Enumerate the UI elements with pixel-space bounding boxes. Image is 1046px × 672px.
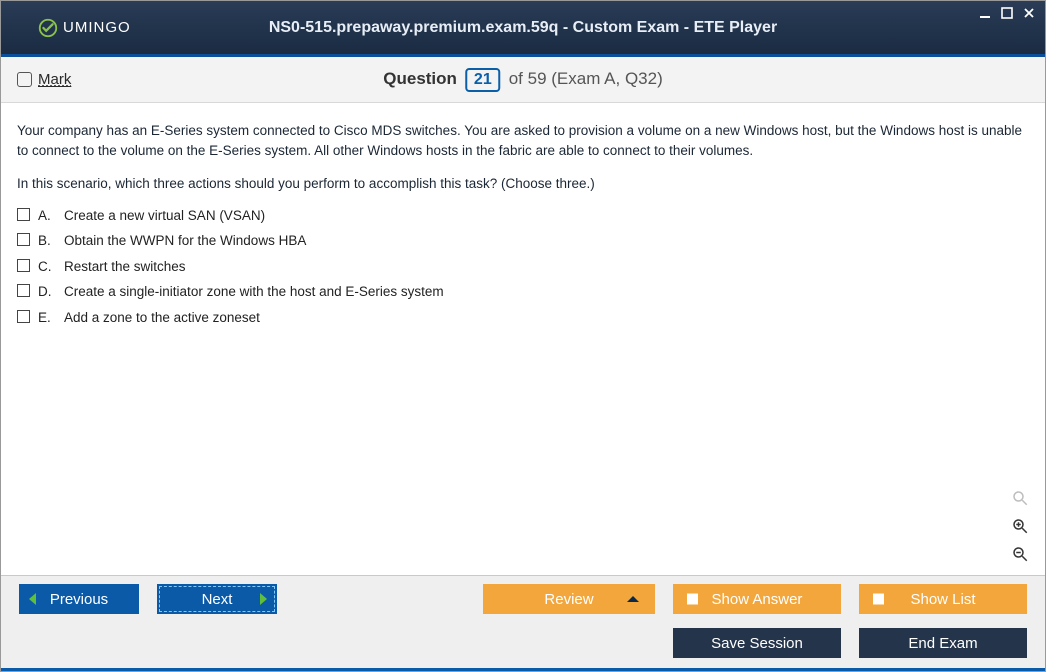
option-text: Add a zone to the active zoneset [64,308,260,328]
zoom-tools [1009,487,1031,565]
checkbox-icon[interactable] [17,310,30,323]
end-exam-button[interactable]: End Exam [859,628,1027,658]
button-label: Show List [910,591,975,608]
square-icon [687,594,698,605]
question-counter: Question 21 of 59 (Exam A, Q32) [383,68,662,92]
next-button[interactable]: Next [157,584,277,614]
checkbox-icon[interactable] [17,208,30,221]
option-letter: C. [38,257,56,277]
mark-toggle[interactable]: Mark [17,71,71,88]
footer-row-1: Previous Next Review Show Answer Show Li… [1,576,1045,622]
checkbox-icon[interactable] [17,233,30,246]
mark-checkbox-icon[interactable] [17,72,32,87]
zoom-out-icon[interactable] [1009,543,1031,565]
question-number: 21 [465,68,501,92]
options-list: A. Create a new virtual SAN (VSAN) B. Ob… [17,206,1029,328]
option-c[interactable]: C. Restart the switches [17,257,1029,277]
footer: Previous Next Review Show Answer Show Li… [1,575,1045,671]
window-controls [977,5,1037,21]
bottom-accent [1,668,1045,671]
option-letter: D. [38,282,56,302]
mark-label: Mark [38,71,71,88]
close-icon[interactable] [1021,5,1037,21]
maximize-icon[interactable] [999,5,1015,21]
question-word: Question [383,69,457,89]
search-icon[interactable] [1009,487,1031,509]
checkbox-icon[interactable] [17,259,30,272]
option-letter: A. [38,206,56,226]
button-label: Save Session [711,635,803,652]
option-b[interactable]: B. Obtain the WWPN for the Windows HBA [17,231,1029,251]
minimize-icon[interactable] [977,5,993,21]
question-prompt: In this scenario, which three actions sh… [17,174,1029,194]
option-d[interactable]: D. Create a single-initiator zone with t… [17,282,1029,302]
button-label: End Exam [908,635,977,652]
option-text: Create a new virtual SAN (VSAN) [64,206,265,226]
option-a[interactable]: A. Create a new virtual SAN (VSAN) [17,206,1029,226]
checkbox-icon[interactable] [17,284,30,297]
option-text: Restart the switches [64,257,186,277]
logo-check-icon [37,17,59,39]
app-logo: UMINGO [37,17,131,39]
show-list-button[interactable]: Show List [859,584,1027,614]
show-answer-button[interactable]: Show Answer [673,584,841,614]
window-title: NS0-515.prepaway.premium.exam.59q - Cust… [269,19,777,37]
question-header: Mark Question 21 of 59 (Exam A, Q32) [1,57,1045,103]
previous-button[interactable]: Previous [19,584,139,614]
button-label: Review [544,591,593,608]
option-text: Obtain the WWPN for the Windows HBA [64,231,306,251]
option-letter: E. [38,308,56,328]
button-label: Show Answer [712,591,803,608]
option-text: Create a single-initiator zone with the … [64,282,444,302]
option-letter: B. [38,231,56,251]
title-bar: UMINGO NS0-515.prepaway.premium.exam.59q… [1,1,1045,57]
footer-row-2: Save Session End Exam [1,622,1045,668]
question-text: Your company has an E-Series system conn… [17,121,1029,160]
square-icon [873,594,884,605]
save-session-button[interactable]: Save Session [673,628,841,658]
review-button[interactable]: Review [483,584,655,614]
question-body: Your company has an E-Series system conn… [1,103,1045,575]
option-e[interactable]: E. Add a zone to the active zoneset [17,308,1029,328]
button-label: Previous [50,591,108,608]
question-context: of 59 (Exam A, Q32) [509,69,663,89]
logo-text: UMINGO [63,19,131,36]
zoom-in-icon[interactable] [1009,515,1031,537]
button-label: Next [202,591,233,608]
